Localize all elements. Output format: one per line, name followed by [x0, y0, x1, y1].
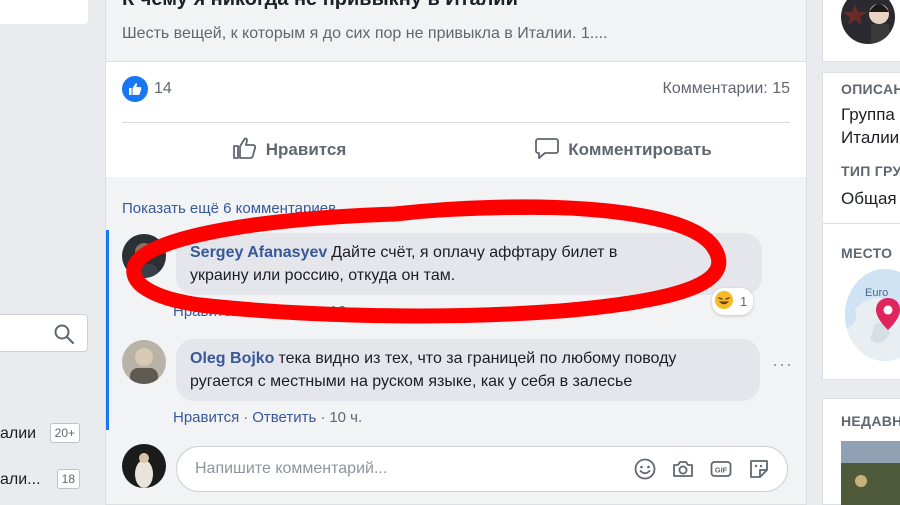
like-reaction-icon: [122, 76, 148, 102]
avatar[interactable]: [122, 340, 166, 384]
comment-label: Комментировать: [568, 140, 712, 159]
sidebar-item-group-2[interactable]: али... 18: [0, 469, 88, 489]
description-text: Группа: [841, 105, 895, 124]
comment-reply-link[interactable]: Ответить: [252, 303, 316, 320]
reactions-summary[interactable]: 14: [122, 76, 172, 102]
thumbs-up-icon: [232, 136, 258, 165]
post-card: К чему я никогда не привыкну в Италии Ше…: [105, 0, 807, 505]
group-type-value: Общая: [841, 189, 897, 208]
comment-bubble: Sergey Afanasyev Дайте счёт, я оплачу афф…: [176, 233, 762, 295]
comment-bubble: Oleg Bojko тека видно из тех, что за гран…: [176, 339, 760, 401]
post-actions: Нравится Комментировать: [122, 124, 790, 176]
comment-button[interactable]: Комментировать: [456, 124, 790, 176]
description-text-continued: Италии: [841, 128, 900, 147]
comment-reactions[interactable]: 1: [712, 288, 754, 315]
sidebar-item-label: али...: [0, 471, 41, 488]
comment-like-link[interactable]: Нравится: [173, 409, 239, 426]
write-comment-input[interactable]: Напишите комментарий... GIF: [176, 446, 788, 492]
comment-highlight-bar: [106, 230, 109, 430]
comment-text-continued: ругается с местными на руском языке, как…: [190, 373, 633, 390]
separator: ·: [243, 303, 249, 320]
group-avatar[interactable]: [841, 0, 895, 44]
sidebar-item-label: алии: [0, 425, 37, 442]
comment-reply-link[interactable]: Ответить: [252, 409, 316, 426]
current-user-avatar[interactable]: [122, 444, 166, 488]
comments-section: Показать ещё 6 комментариев Sergey Afana…: [106, 177, 806, 504]
comment-text: тека видно из тех, что за границей по лю…: [278, 350, 677, 367]
like-label: Нравится: [265, 140, 347, 159]
description-label: ОПИСАН: [841, 81, 900, 97]
sidebar-item-group-1[interactable]: алии 20+: [0, 423, 88, 443]
comment-input-tools: GIF: [633, 457, 771, 481]
avatar[interactable]: [122, 234, 166, 278]
separator: ·: [243, 409, 249, 426]
more-options-icon[interactable]: ···: [772, 354, 793, 375]
sidebar-search-input[interactable]: [0, 314, 88, 352]
comment-text-continued: украину или россию, откуда он там.: [190, 267, 456, 284]
group-type-label: ТИП ГРУ: [841, 163, 900, 179]
comment-time[interactable]: 10 ч.: [329, 409, 362, 426]
recent-photo-thumbnail[interactable]: [841, 441, 900, 505]
link-description: Шесть вещей, к которым я до сих пор не п…: [122, 25, 608, 42]
write-comment-placeholder: Напишите комментарий...: [195, 460, 388, 477]
emoji-icon[interactable]: [633, 457, 657, 481]
comment-bubble-icon: [534, 136, 560, 165]
comment-time[interactable]: 16 ч.: [329, 303, 362, 320]
divider: [122, 122, 790, 123]
comment-meta: Нравится · Ответить · 10 ч.: [173, 409, 362, 426]
search-icon[interactable]: [53, 323, 75, 345]
map-pin-icon: [875, 297, 900, 336]
recent-label: НЕДАВН: [841, 413, 900, 429]
comment-text: Дайте счёт, я оплачу аффтару билет в: [331, 244, 618, 261]
left-sidebar: алии 20+ али... 18: [0, 0, 92, 505]
sticker-icon[interactable]: [747, 457, 771, 481]
link-preview[interactable]: К чему я никогда не привыкну в Италии Ше…: [106, 0, 806, 62]
divider: [823, 223, 900, 224]
location-map[interactable]: Euro: [845, 269, 900, 361]
comment-like-link[interactable]: Нравится: [173, 303, 239, 320]
separator: ·: [320, 409, 326, 426]
link-title[interactable]: К чему я никогда не привыкну в Италии: [122, 0, 518, 11]
svg-text:GIF: GIF: [715, 466, 728, 475]
location-label: МЕСТО: [841, 245, 893, 261]
separator: ·: [320, 303, 326, 320]
gif-icon[interactable]: GIF: [709, 457, 733, 481]
camera-icon[interactable]: [671, 457, 695, 481]
about-card: ОПИСАН Группа Италии ТИП ГРУ Общая МЕСТО…: [822, 72, 900, 380]
comment-author[interactable]: Oleg Bojko: [190, 350, 274, 367]
group-cover-card: [822, 0, 900, 62]
laughing-emoji-icon: [714, 290, 734, 313]
reaction-count: 14: [154, 80, 172, 97]
comment-author[interactable]: Sergey Afanasyev: [190, 244, 327, 261]
recent-photos-card: НЕДАВН: [822, 398, 900, 505]
sidebar-item-badge: 18: [56, 469, 80, 489]
comment-reaction-count: 1: [740, 294, 748, 309]
right-sidebar: ОПИСАН Группа Италии ТИП ГРУ Общая МЕСТО…: [822, 0, 900, 505]
comment-meta: Нравится · Ответить · 16 ч.: [173, 303, 362, 320]
show-more-comments-link[interactable]: Показать ещё 6 комментариев: [122, 200, 336, 217]
comments-count[interactable]: Комментарии: 15: [663, 80, 790, 98]
sidebar-item-badge: 20+: [49, 423, 80, 443]
like-button[interactable]: Нравится: [122, 124, 456, 176]
left-top-card: [0, 0, 88, 24]
